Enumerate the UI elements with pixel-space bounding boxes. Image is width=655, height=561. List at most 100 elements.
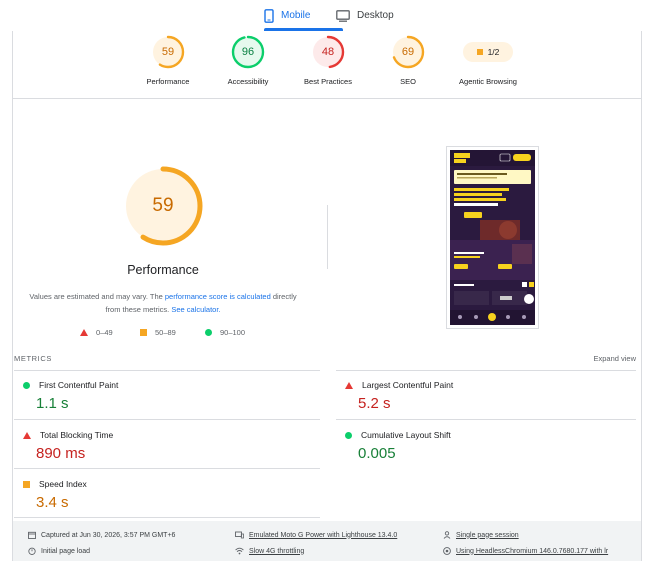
gauge-ring: 48 xyxy=(311,35,345,69)
metric-divider xyxy=(14,370,320,371)
calendar-icon xyxy=(28,531,36,539)
legend-average-label: 50–89 xyxy=(155,328,176,337)
legend-fail: 0–49 xyxy=(80,328,113,337)
gauge-seo[interactable]: 69 SEO xyxy=(363,35,453,86)
footer-captured: Captured at Jun 30, 2026, 3:57 PM GMT+6 xyxy=(28,531,175,539)
metric-speed-index[interactable]: Speed Index 3.4 s xyxy=(23,479,87,511)
metric-divider xyxy=(336,370,636,371)
performance-score-link[interactable]: performance score is calculated xyxy=(165,292,271,301)
metric-value: 3.4 s xyxy=(36,494,69,511)
footer-browser[interactable]: Using HeadlessChromium 146.0.7680.177 wi… xyxy=(443,547,608,555)
metric-value: 1.1 s xyxy=(36,395,69,412)
footer-text: Slow 4G throttling xyxy=(249,547,305,555)
footer-text: Using HeadlessChromium 146.0.7680.177 wi… xyxy=(456,547,609,555)
score-legend: 0–49 50–89 90–100 xyxy=(80,328,260,338)
gauge-label: Agentic Browsing xyxy=(459,77,517,86)
agentic-badge: 1/2 xyxy=(463,42,513,62)
average-square-icon xyxy=(140,329,147,336)
legend-fail-label: 0–49 xyxy=(96,328,113,337)
see-calculator-link[interactable]: See calculator. xyxy=(171,305,220,314)
average-square-icon xyxy=(23,480,30,488)
average-square-icon xyxy=(476,49,483,55)
metric-name: First Contentful Paint xyxy=(39,380,119,390)
category-gauges: 59 Performance 96 Accessibility 48 Best … xyxy=(13,31,641,98)
runtime-settings: Captured at Jun 30, 2026, 3:57 PM GMT+6 … xyxy=(13,521,641,561)
metric-cumulative-layout-shift[interactable]: Cumulative Layout Shift 0.005 xyxy=(345,430,451,462)
metric-value: 0.005 xyxy=(358,445,396,462)
metric-value: 5.2 s xyxy=(358,395,391,412)
gauge-ring: 59 xyxy=(151,35,185,69)
gauge-label: SEO xyxy=(400,77,416,86)
panel-border-right xyxy=(641,31,642,561)
pass-circle-icon xyxy=(345,431,352,439)
gauge-label: Performance xyxy=(146,77,190,86)
final-screenshot[interactable] xyxy=(446,146,539,329)
gauge-performance[interactable]: 59 Performance xyxy=(123,35,213,86)
gauge-label: Accessibility xyxy=(227,77,269,86)
tab-desktop[interactable]: Desktop xyxy=(336,0,394,31)
footer-text: Captured at Jun 30, 2026, 3:57 PM GMT+6 xyxy=(41,531,176,539)
performance-score-large: 59 xyxy=(152,195,174,216)
gauge-ring: 96 xyxy=(231,35,265,69)
gauge-label: Best Practices xyxy=(304,77,352,86)
metric-name: Total Blocking Time xyxy=(40,430,114,440)
metric-total-blocking-time[interactable]: Total Blocking Time 890 ms xyxy=(23,430,113,462)
gauge-ring: 69 xyxy=(391,35,425,69)
footer-text: Single page session xyxy=(456,531,519,539)
form-factor-tabs: Mobile Desktop xyxy=(0,0,655,31)
expand-view-toggle[interactable]: Expand view xyxy=(593,354,636,363)
footer-text: Initial page load xyxy=(41,547,91,555)
gauge-accessibility[interactable]: 96 Accessibility xyxy=(203,35,293,86)
metric-divider xyxy=(14,468,320,469)
divider xyxy=(13,98,641,99)
metric-value: 890 ms xyxy=(36,445,86,462)
monitor-icon xyxy=(336,9,350,22)
legend-average: 50–89 xyxy=(140,328,176,337)
metrics-title: METRICS xyxy=(14,354,52,363)
metric-divider xyxy=(14,419,320,420)
footer-initial-load: Initial page load xyxy=(28,547,90,555)
tab-desktop-label: Desktop xyxy=(357,10,394,21)
gauge-best-practices[interactable]: 48 Best Practices xyxy=(283,35,373,86)
metric-divider xyxy=(336,419,636,420)
gauge-score: 96 xyxy=(241,46,255,58)
fail-triangle-icon xyxy=(345,381,353,389)
chrome-icon xyxy=(443,547,451,555)
score-note: Values are estimated and may vary. The p… xyxy=(28,290,298,316)
gauge-score: 59 xyxy=(161,46,175,58)
devices-icon xyxy=(235,531,244,539)
footer-session[interactable]: Single page session xyxy=(443,531,519,539)
metric-largest-contentful-paint[interactable]: Largest Contentful Paint 5.2 s xyxy=(345,380,453,412)
gauge-score: 48 xyxy=(321,46,335,58)
performance-gauge-large: 59 xyxy=(122,165,204,247)
metric-name: Speed Index xyxy=(39,479,87,489)
legend-pass-label: 90–100 xyxy=(220,328,246,337)
metric-divider xyxy=(14,517,320,518)
timer-icon xyxy=(28,547,36,555)
person-icon xyxy=(443,531,451,539)
footer-text: Emulated Moto G Power with Lighthouse 13… xyxy=(249,531,398,539)
fail-triangle-icon xyxy=(23,431,31,439)
performance-title: Performance xyxy=(127,263,199,277)
tab-mobile-label: Mobile xyxy=(281,10,311,21)
legend-pass: 90–100 xyxy=(205,328,245,337)
vertical-separator xyxy=(327,205,328,269)
metric-name: Largest Contentful Paint xyxy=(362,380,454,390)
footer-throttling[interactable]: Slow 4G throttling xyxy=(235,547,304,555)
metric-name: Cumulative Layout Shift xyxy=(361,430,451,440)
pass-circle-icon xyxy=(205,329,212,336)
gauge-agentic-browsing[interactable]: 1/2 Agentic Browsing xyxy=(443,35,533,86)
panel-border-left xyxy=(12,31,13,561)
footer-emulated-device[interactable]: Emulated Moto G Power with Lighthouse 13… xyxy=(235,531,397,539)
website-preview-graphic xyxy=(450,150,535,325)
metric-first-contentful-paint[interactable]: First Contentful Paint 1.1 s xyxy=(23,380,118,412)
pass-circle-icon xyxy=(23,381,30,389)
screenshot-image xyxy=(450,150,535,325)
wifi-icon xyxy=(235,547,244,555)
smartphone-icon xyxy=(264,8,274,23)
metrics-header: METRICS Expand view xyxy=(14,354,636,364)
note-text: Values are estimated and may vary. The xyxy=(29,292,165,301)
agentic-value: 1/2 xyxy=(487,47,500,57)
gauge-score: 69 xyxy=(401,46,415,58)
tab-mobile[interactable]: Mobile xyxy=(264,0,344,31)
